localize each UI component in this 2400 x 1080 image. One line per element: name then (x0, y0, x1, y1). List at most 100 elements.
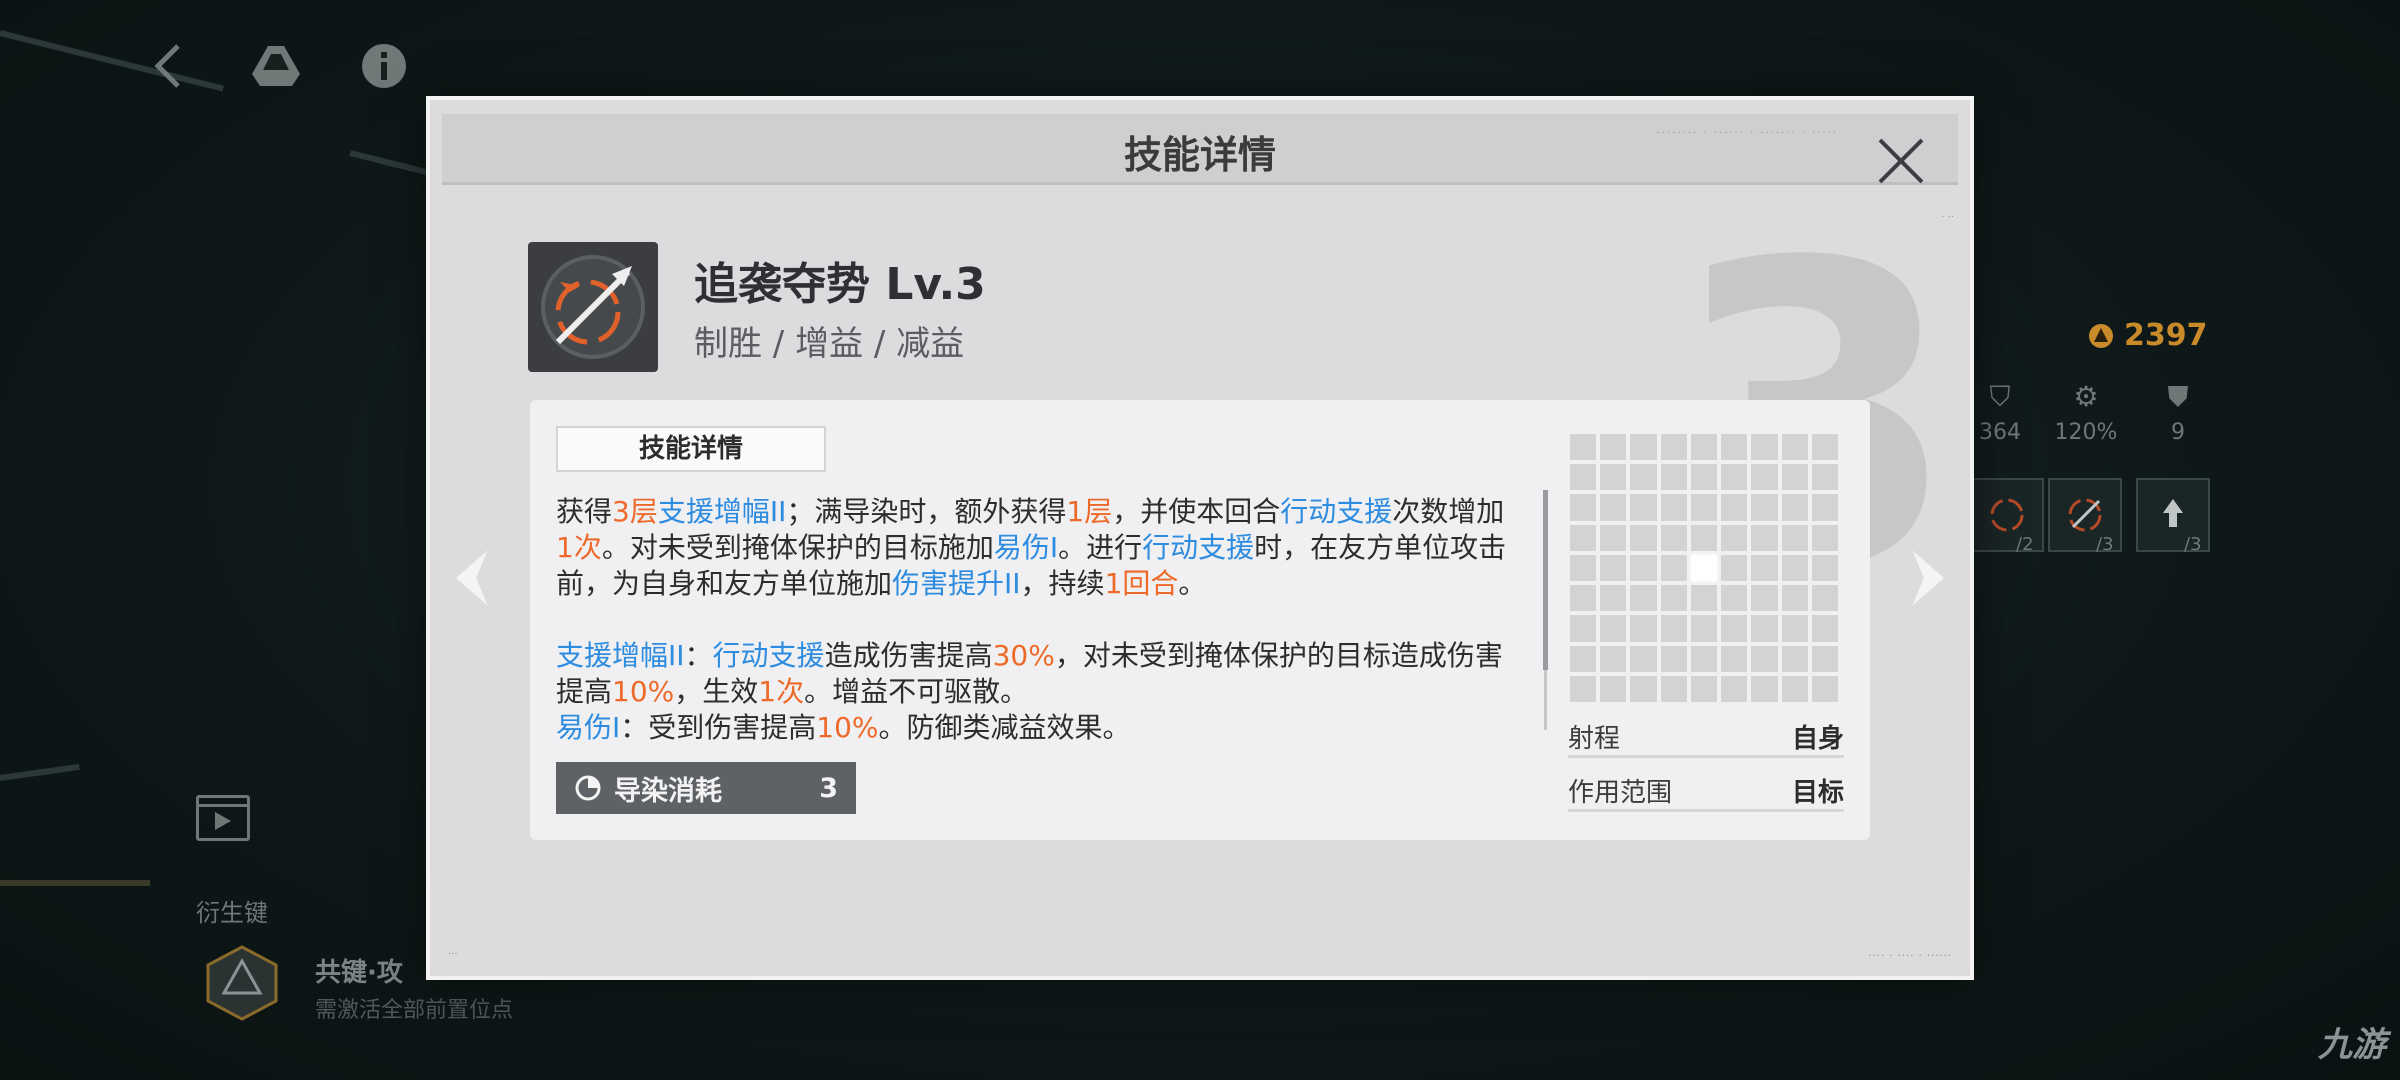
text-segment: ： (684, 639, 713, 672)
highlight-term: 行动支援 (1142, 531, 1255, 564)
area-label: 作用范围 (1568, 778, 1673, 808)
text-segment: 。增益不可驱散。 (804, 675, 1029, 708)
range-cell (1811, 494, 1838, 521)
range-cell (1660, 464, 1687, 491)
next-skill-button[interactable] (1908, 548, 1948, 608)
range-cell (1811, 615, 1838, 642)
area-value: 目标 (1791, 778, 1844, 808)
range-cell (1690, 464, 1718, 491)
range-cell (1570, 464, 1597, 491)
description-scroll-thumb[interactable] (1543, 490, 1548, 670)
range-cell (1721, 645, 1748, 672)
range-cell (1630, 615, 1657, 642)
range-cell (1781, 675, 1808, 702)
drive-icon[interactable] (248, 38, 304, 94)
text-segment: ，持续 (1020, 567, 1105, 600)
skill-description[interactable]: 获得3层支援增幅II；满导染时，额外获得1层，并使本回合行动支援次数增加1次。对… (556, 494, 1516, 740)
derived-key-name: 共键·攻 (315, 958, 403, 988)
range-cell (1630, 675, 1657, 702)
badge-icon: ⛊ (2167, 380, 2189, 413)
range-cell (1811, 675, 1838, 702)
highlight-term: 10% (612, 675, 675, 708)
range-cell (1600, 494, 1627, 521)
range-cell (1600, 675, 1627, 702)
range-cell (1570, 494, 1597, 521)
gear-icon: ⚙ (2073, 380, 2099, 413)
stat-value: 364 (1979, 420, 2021, 445)
range-cell (1630, 494, 1657, 521)
range-cell (1751, 585, 1778, 612)
range-cell (1630, 585, 1657, 612)
description-paragraph: 支援增幅II：行动支援造成伤害提高30%，对未受到掩体保护的目标造成伤害提高10… (556, 638, 1516, 710)
range-cell (1811, 464, 1838, 491)
range-cell (1751, 494, 1778, 521)
range-cell (1721, 464, 1748, 491)
highlight-term: 3层 (612, 495, 658, 528)
cost-badge: 导染消耗 3 (556, 762, 856, 814)
range-cell (1751, 615, 1778, 642)
resource-value: 2397 (2124, 318, 2208, 353)
range-cell (1690, 524, 1718, 551)
video-icon[interactable] (196, 795, 250, 841)
stat-value: 120% (2054, 420, 2118, 445)
cost-value: 3 (819, 772, 838, 804)
watermark-logo: 九游 (2318, 1025, 2386, 1065)
range-cell (1630, 645, 1657, 672)
range-cell (1690, 585, 1718, 612)
range-cell (1811, 524, 1838, 551)
info-icon[interactable] (356, 38, 412, 94)
range-cell (1690, 494, 1718, 521)
range-cell (1600, 554, 1627, 582)
description-paragraph: 易伤I：受到伤害提高10%。防御类减益效果。 (556, 710, 1516, 740)
text-segment: ；满导染时，额外获得 (786, 495, 1067, 528)
derived-key-label: 衍生键 (196, 899, 268, 927)
highlight-term: 30% (992, 639, 1055, 672)
range-cell (1751, 645, 1778, 672)
skill-detail-card: 技能详情 获得3层支援增幅II；满导染时，额外获得1层，并使本回合行动支援次数增… (530, 400, 1870, 840)
skill-detail-modal: 技能详情 ········ · ······ · ······· · ·····… (426, 96, 1974, 980)
text-segment: ，生效 (674, 675, 759, 708)
chevron-right-icon (1912, 550, 1944, 606)
back-icon[interactable] (140, 38, 196, 94)
skill-tags: 制胜 / 增益 / 减益 (694, 324, 965, 364)
range-cell (1781, 645, 1808, 672)
range-cell (1721, 434, 1748, 461)
range-cell (1660, 554, 1687, 582)
range-cell (1781, 434, 1808, 461)
highlight-term: 支援增幅II (556, 639, 685, 672)
range-cell (1751, 675, 1778, 702)
pie-chart-icon (575, 775, 601, 801)
range-cell (1570, 434, 1597, 461)
previous-skill-button[interactable] (452, 548, 492, 608)
tab-skill-details[interactable]: 技能详情 (556, 426, 826, 472)
range-cell (1600, 434, 1627, 461)
range-cell (1781, 554, 1808, 582)
range-cell (1690, 645, 1718, 672)
range-cell (1690, 615, 1718, 642)
highlight-term: 1层 (1066, 495, 1113, 528)
slot-count: /3 (2096, 534, 2114, 555)
description-paragraph: 获得3层支援增幅II；满导染时，额外获得1层，并使本回合行动支援次数增加1次。对… (556, 494, 1516, 602)
range-cell (1570, 615, 1597, 642)
range-cell (1600, 464, 1627, 491)
range-cell (1600, 645, 1627, 672)
highlight-term: 易伤I (556, 711, 621, 740)
range-cell (1781, 464, 1808, 491)
bg-stripe (0, 763, 80, 781)
range-cell (1660, 615, 1687, 642)
area-row: 作用范围 目标 (1568, 772, 1844, 812)
range-cell (1660, 585, 1687, 612)
range-cell (1660, 494, 1687, 521)
highlight-term: 支援增幅II (657, 495, 787, 528)
derived-key-badge-icon[interactable] (204, 945, 280, 1021)
text-segment: 次数增加 (1392, 495, 1505, 528)
range-cell (1721, 615, 1748, 642)
range-cell (1570, 585, 1597, 612)
range-cell (1781, 524, 1808, 551)
range-cell (1781, 615, 1808, 642)
range-cell (1570, 524, 1597, 551)
skill-icon (528, 242, 658, 372)
highlight-term: 易伤I (993, 531, 1059, 564)
highlight-term: 行动支援 (712, 639, 825, 672)
chevron-left-icon (456, 550, 488, 606)
